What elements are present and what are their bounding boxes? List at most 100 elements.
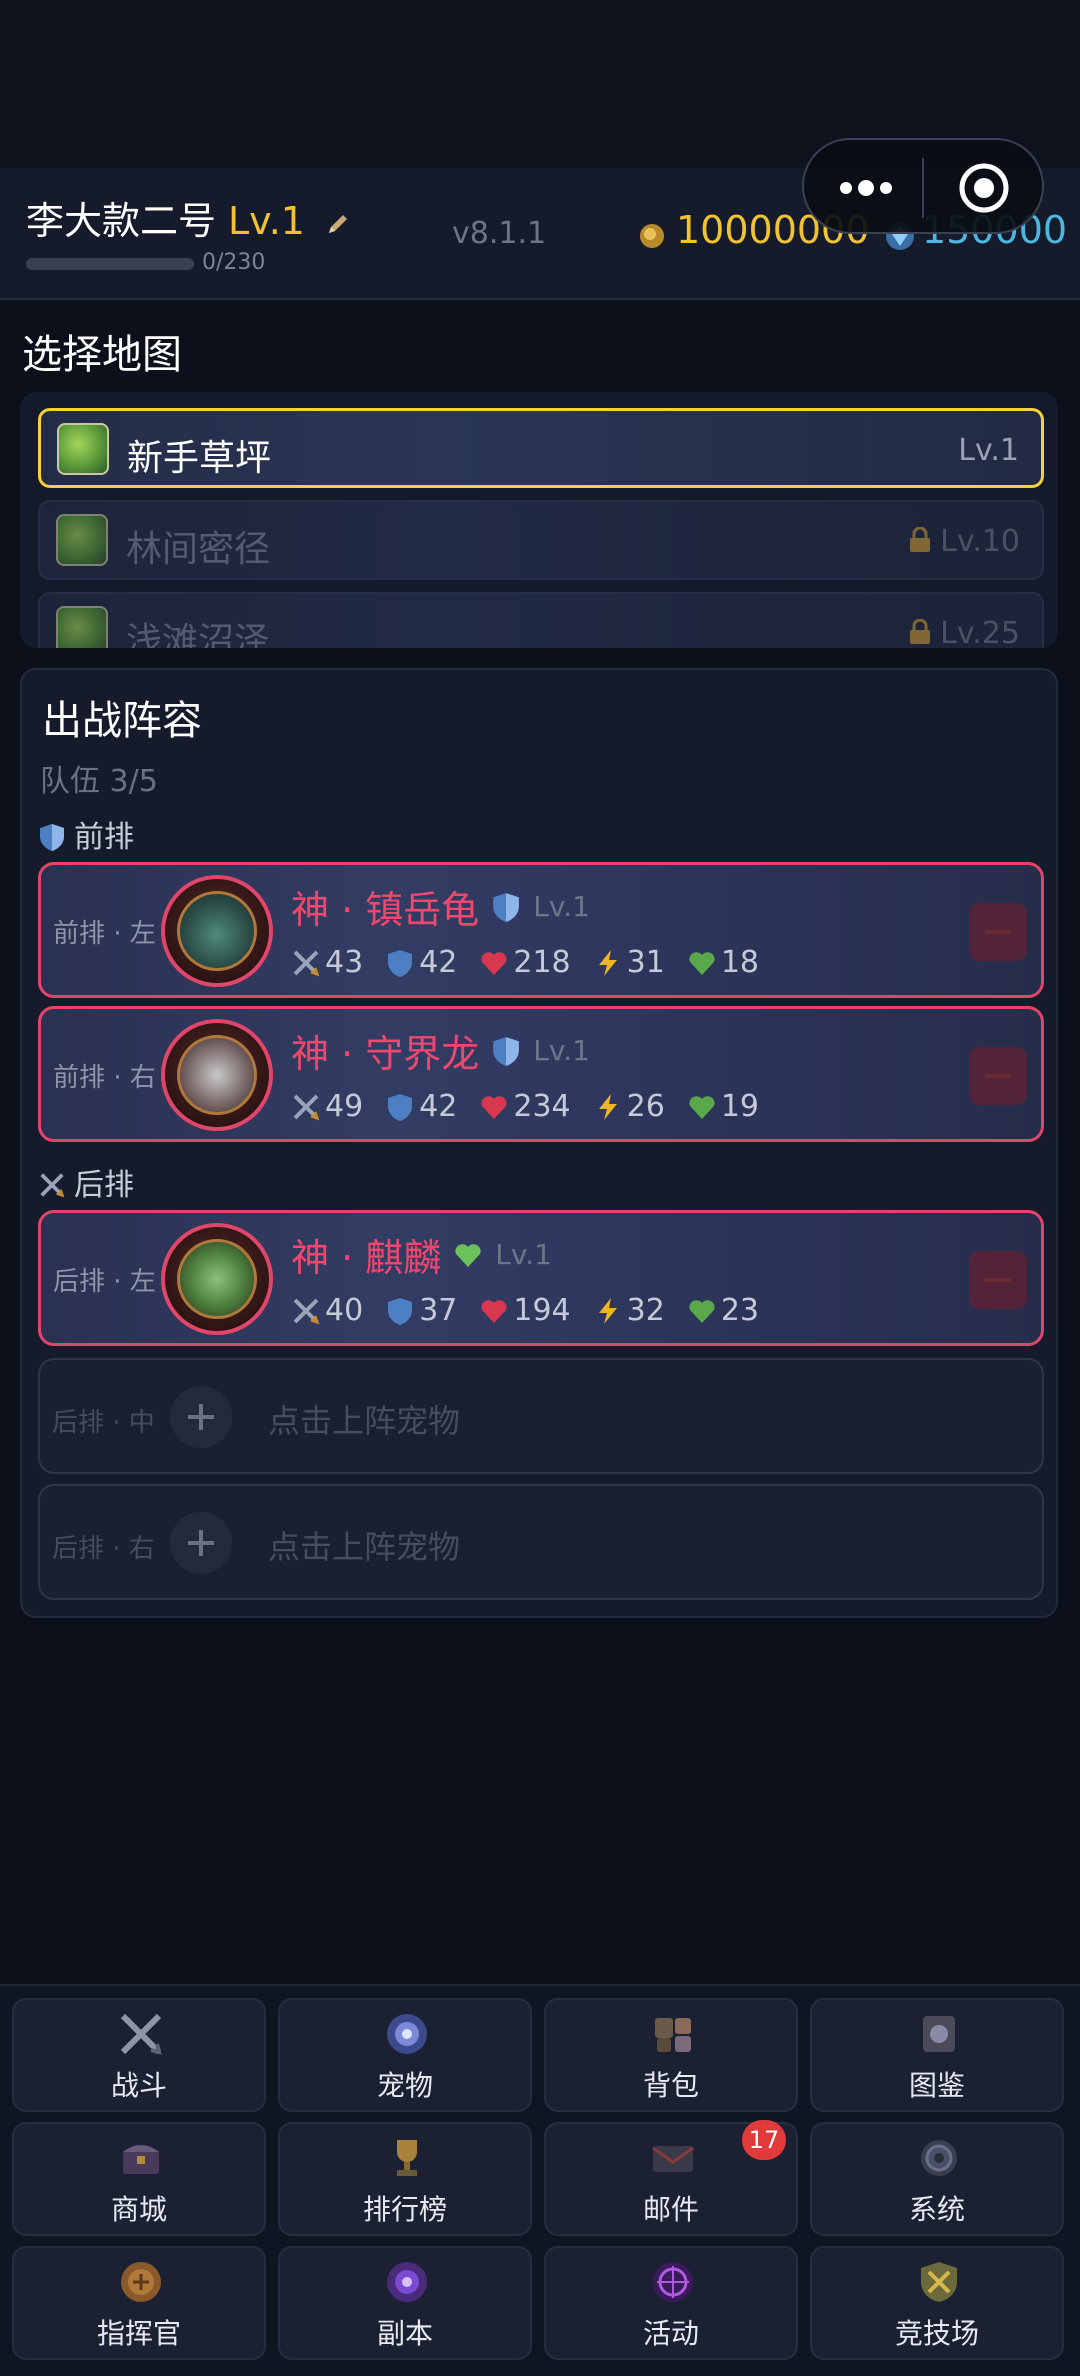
heart-icon [481,1299,507,1323]
player-level: Lv.1 [228,199,305,243]
green-heart-icon [455,1243,481,1267]
shield-icon [493,892,520,922]
mail-badge: 17 [742,2120,786,2160]
pet-avatar [161,1019,273,1131]
capsule-divider [922,158,924,218]
gear-icon [921,2140,957,2176]
nav-events[interactable]: 活动 [544,2246,798,2360]
pet-orb-icon [387,2014,427,2054]
stat-hp: 194 [479,1293,571,1328]
pet-avatar [161,875,273,987]
miniprogram-capsule [802,138,1044,234]
nav-mail[interactable]: 邮件 17 [544,2120,798,2236]
map-item-selected[interactable]: 新手草坪 Lv.1 [38,408,1044,488]
pet-stats: 40 37 194 32 23 [291,1293,781,1328]
lightning-icon [598,1297,617,1324]
map-level: Lv.10 [940,524,1020,559]
slot-label: 前排 · 右 [53,1063,156,1093]
nav-codex[interactable]: 图鉴 [810,1998,1064,2112]
shield-icon [388,1093,413,1121]
pet-stats: 49 42 234 26 19 [291,1089,781,1124]
nav-shop[interactable]: 商城 [12,2122,266,2236]
team-count: 队伍 3/5 [40,764,158,799]
nav-label: 系统 [908,2193,965,2226]
plus-icon [170,1386,232,1448]
nav-commander[interactable]: 指挥官 [12,2246,266,2360]
pet-card[interactable]: 后排 · 左 神 · 麒麟 Lv.1 40 37 194 32 23 [38,1210,1044,1346]
pet-card[interactable]: 前排 · 右 神 · 守界龙 Lv.1 49 42 234 26 19 [38,1006,1044,1142]
green-heart-icon [689,951,715,975]
map-list[interactable]: 新手草坪 Lv.1 林间密径 Lv.10 浅滩沼泽 Lv.25 [20,392,1058,648]
crossed-swords-icon [293,1298,320,1324]
pet-name-row: 神 · 麒麟 Lv.1 [291,1227,552,1282]
stat-speed: 31 [593,945,665,980]
remove-pet-button[interactable] [969,1047,1027,1105]
version-label: v8.1.1 [452,216,547,251]
nav-label: 活动 [642,2317,699,2350]
pet-level: Lv.1 [533,890,590,923]
stat-speed: 26 [593,1089,665,1124]
map-thumbnail [56,514,108,566]
map-level: Lv.1 [958,433,1019,468]
slot-label: 后排 · 右 [52,1534,155,1564]
close-target-icon[interactable] [958,162,1010,214]
nav-dungeon[interactable]: 副本 [278,2246,532,2360]
stat-heal: 23 [687,1293,759,1328]
add-pet-text: 点击上阵宠物 [268,1528,461,1566]
pet-level: Lv.1 [533,1034,590,1067]
map-thumbnail [56,606,108,648]
shop-chest-icon [123,2145,159,2174]
nav-pets[interactable]: 宠物 [278,1998,532,2112]
shield-icon [388,1297,413,1325]
nav-arena[interactable]: 竞技场 [810,2246,1064,2360]
backpack-icon [655,2018,691,2052]
map-section-title: 选择地图 [22,332,182,378]
shield-icon [388,949,413,977]
slot-label: 后排 · 左 [53,1267,156,1297]
shield-icon [40,824,64,851]
arena-shield-icon [921,2262,957,2302]
empty-pet-slot[interactable]: 后排 · 右 点击上阵宠物 [38,1484,1044,1600]
map-item-locked[interactable]: 浅滩沼泽 Lv.25 [38,592,1044,648]
nav-label: 指挥官 [96,2317,181,2350]
pet-name-row: 神 · 镇岳龟 Lv.1 [291,879,590,934]
empty-pet-slot[interactable]: 后排 · 中 点击上阵宠物 [38,1358,1044,1474]
green-heart-icon [689,1299,715,1323]
plus-icon [170,1512,232,1574]
nav-label: 邮件 [642,2193,699,2226]
nav-battle[interactable]: 战斗 [12,1998,266,2112]
nav-ranking[interactable]: 排行榜 [278,2122,532,2236]
lightning-icon [598,949,617,976]
nav-label: 宠物 [376,2069,433,2102]
heart-icon [481,951,507,975]
add-pet-text: 点击上阵宠物 [268,1402,461,1440]
stat-attack: 43 [291,945,363,980]
pet-card[interactable]: 前排 · 左 神 · 镇岳龟 Lv.1 43 42 218 31 18 [38,862,1044,998]
map-name: 林间密径 [126,529,271,570]
front-row-label: 前排 [38,812,134,856]
front-row-text: 前排 [74,820,134,855]
nav-label: 商城 [110,2193,167,2226]
slot-label: 后排 · 中 [52,1408,155,1438]
stat-hp: 234 [479,1089,571,1124]
stat-heal: 19 [687,1089,759,1124]
map-item-locked[interactable]: 林间密径 Lv.10 [38,500,1044,580]
remove-pet-button[interactable] [969,903,1027,961]
event-sigil-icon [653,2262,693,2302]
green-heart-icon [689,1095,715,1119]
lock-icon [910,619,931,644]
edit-pencil-icon[interactable] [323,209,353,239]
gold-coin-icon [640,224,664,248]
portal-icon [387,2262,427,2302]
lock-icon [910,527,931,552]
map-name: 新手草坪 [127,438,272,479]
stat-speed: 32 [593,1293,665,1328]
crossed-swords-icon [293,1094,320,1120]
bottom-nav: 战斗 宠物 背包 图鉴 商城 排行榜 邮件 17 系统 指挥官 副本 活动 竞技… [0,1984,1080,2376]
more-dots-icon[interactable] [834,168,898,208]
remove-pet-button[interactable] [969,1251,1027,1309]
stat-defense: 42 [385,1089,457,1124]
nav-system[interactable]: 系统 [810,2122,1064,2236]
nav-backpack[interactable]: 背包 [544,1998,798,2112]
player-name-line[interactable]: 李大款二号 Lv.1 [26,190,353,245]
